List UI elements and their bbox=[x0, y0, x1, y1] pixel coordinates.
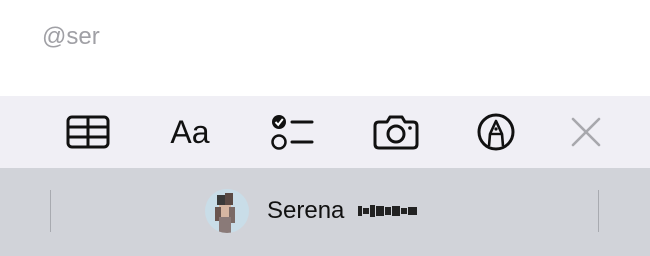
close-toolbar-button[interactable] bbox=[556, 96, 616, 168]
redacted-last-name bbox=[358, 201, 418, 221]
checklist-button[interactable] bbox=[262, 96, 322, 168]
note-editor[interactable]: @ser bbox=[0, 0, 650, 96]
avatar bbox=[205, 189, 249, 233]
suggestion-divider-right bbox=[598, 190, 599, 232]
table-button[interactable] bbox=[58, 96, 118, 168]
notes-mention-screen: @ser Aa Serena bbox=[0, 0, 650, 256]
table-icon bbox=[66, 115, 110, 149]
checklist-icon bbox=[271, 115, 314, 150]
markup-pen-icon bbox=[477, 113, 515, 151]
camera-icon bbox=[373, 115, 419, 150]
mention-query-text[interactable]: @ser bbox=[42, 22, 100, 52]
suggestion-divider-left bbox=[50, 190, 51, 232]
mention-suggestion-serena[interactable]: Serena bbox=[205, 186, 418, 236]
close-icon bbox=[571, 117, 601, 147]
format-text-icon: Aa bbox=[170, 113, 210, 150]
camera-button[interactable] bbox=[366, 96, 426, 168]
markup-button[interactable] bbox=[466, 96, 526, 168]
mention-suggestion-bar: Serena bbox=[0, 168, 650, 256]
text-format-button[interactable]: Aa bbox=[160, 96, 220, 168]
formatting-toolbar: Aa bbox=[0, 96, 650, 168]
suggestion-first-name: Serena bbox=[267, 197, 345, 224]
